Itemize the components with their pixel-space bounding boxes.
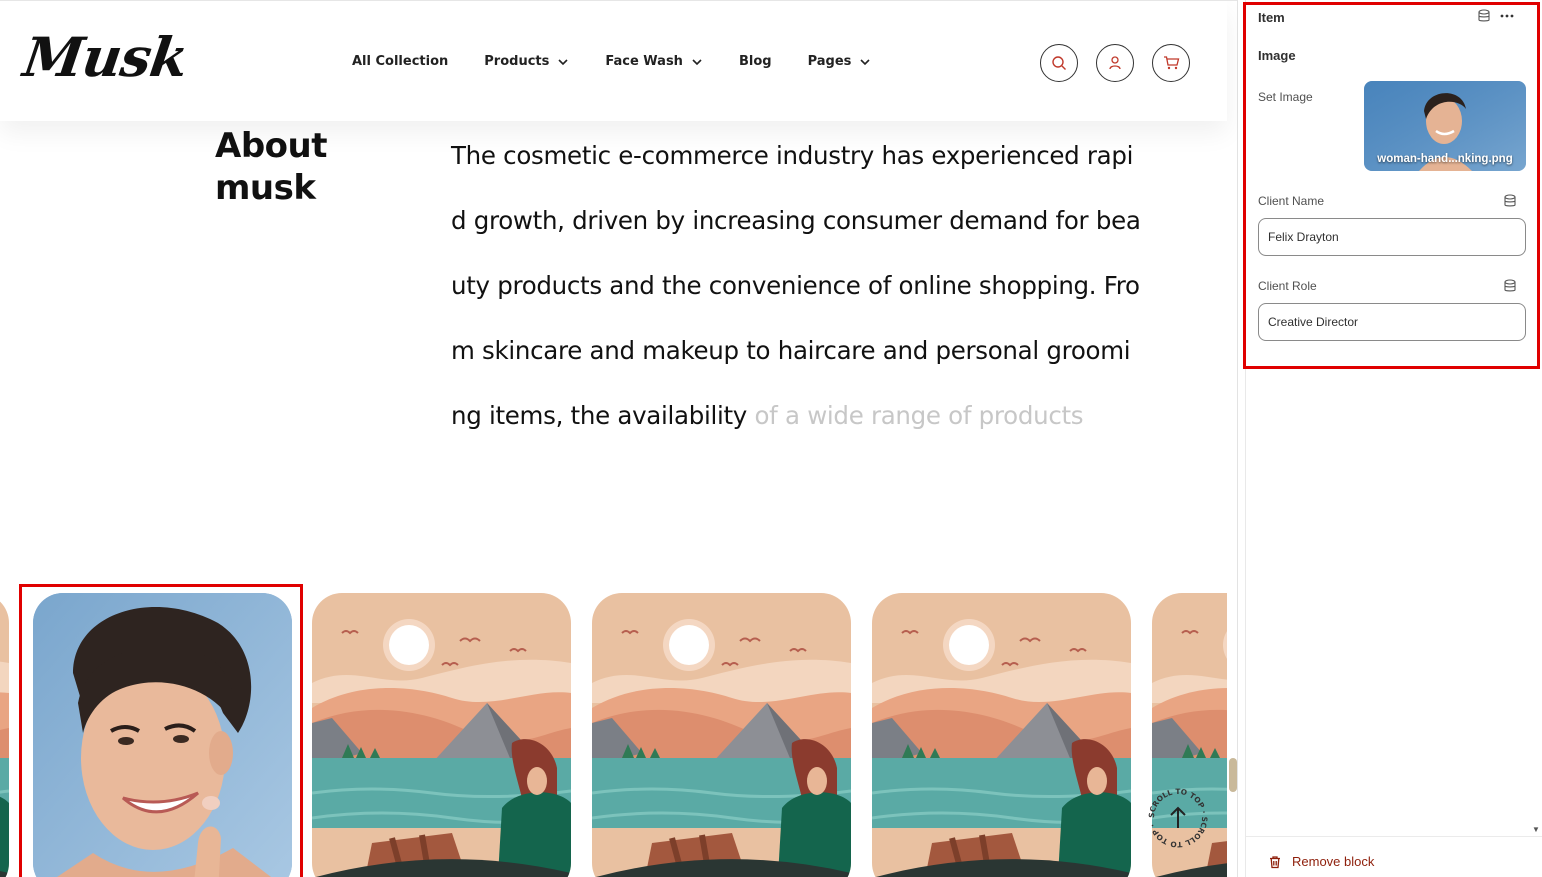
chevron-down-icon (558, 58, 568, 65)
about-text-main: The cosmetic e-commerce industry has exp… (451, 141, 1141, 430)
nav-label: Products (484, 54, 550, 69)
scroll-to-top-button[interactable]: SCROLL TO TOP · SCROLL TO TOP · (1146, 786, 1210, 850)
main-nav: All Collection Products Face Wash Blog P… (352, 54, 907, 69)
testimonial-gallery (0, 584, 1227, 877)
panel-footer: Remove block (1246, 836, 1542, 877)
nav-label: All Collection (352, 54, 449, 69)
client-name-field[interactable] (1258, 218, 1526, 256)
preview-scrollbar[interactable] (1229, 758, 1237, 792)
panel-scroll-down-icon[interactable]: ▼ (1532, 825, 1540, 834)
database-icon[interactable] (1503, 194, 1517, 208)
image-filename: woman-hand...nking.png (1377, 153, 1513, 165)
store-header: Musk All Collection Products Face Wash B… (0, 1, 1227, 121)
gallery-card-landscape[interactable] (0, 593, 9, 877)
nav-item-blog[interactable]: Blog (739, 54, 772, 69)
editor-panel: Item Image Set Image woman-hand...nking.… (1245, 0, 1542, 877)
portrait-image (33, 593, 292, 877)
panel-title: Item (1258, 10, 1285, 25)
nav-item-all-collection[interactable]: All Collection (352, 54, 448, 69)
store-logo[interactable]: Musk (20, 25, 192, 89)
client-role-field[interactable] (1258, 303, 1526, 341)
nav-item-pages[interactable]: Pages (808, 54, 872, 69)
gallery-card-portrait[interactable] (33, 593, 292, 877)
remove-block-button[interactable]: Remove block (1268, 854, 1374, 869)
panel-divider (1237, 0, 1238, 877)
database-icon[interactable] (1503, 279, 1517, 293)
account-icon (1109, 56, 1121, 70)
cart-button[interactable] (1152, 44, 1190, 82)
nav-label: Face Wash (605, 54, 683, 69)
more-options-icon[interactable] (1499, 8, 1515, 24)
gallery-card-landscape[interactable] (872, 593, 1131, 877)
image-thumbnail[interactable]: woman-hand...nking.png (1364, 81, 1526, 171)
client-name-label: Client Name (1258, 194, 1325, 208)
image-section-heading: Image (1258, 48, 1296, 63)
store-preview: Musk All Collection Products Face Wash B… (0, 0, 1238, 877)
cart-icon (1163, 56, 1179, 70)
trash-icon (1270, 855, 1280, 868)
remove-block-label: Remove block (1292, 854, 1375, 869)
nav-item-face-wash[interactable]: Face Wash (605, 54, 703, 69)
search-icon (1052, 56, 1066, 70)
client-role-label: Client Role (1258, 279, 1317, 293)
gallery-card-landscape[interactable] (312, 593, 571, 877)
nav-label: Pages (807, 54, 852, 69)
account-button[interactable] (1096, 44, 1134, 82)
nav-label: Blog (738, 54, 772, 69)
app-root: Musk All Collection Products Face Wash B… (0, 0, 1542, 877)
nav-item-products[interactable]: Products (484, 54, 569, 69)
chevron-down-icon (692, 58, 702, 65)
set-image-label: Set Image (1258, 90, 1313, 104)
database-icon[interactable] (1477, 9, 1491, 23)
arrow-up-icon (1170, 806, 1186, 828)
search-button[interactable] (1040, 44, 1078, 82)
about-title: About musk (215, 126, 327, 208)
chevron-down-icon (860, 58, 870, 65)
about-paragraph: The cosmetic e-commerce industry has exp… (451, 123, 1141, 448)
about-text-faded: of a wide range of products (747, 401, 1084, 430)
gallery-card-landscape[interactable] (592, 593, 851, 877)
